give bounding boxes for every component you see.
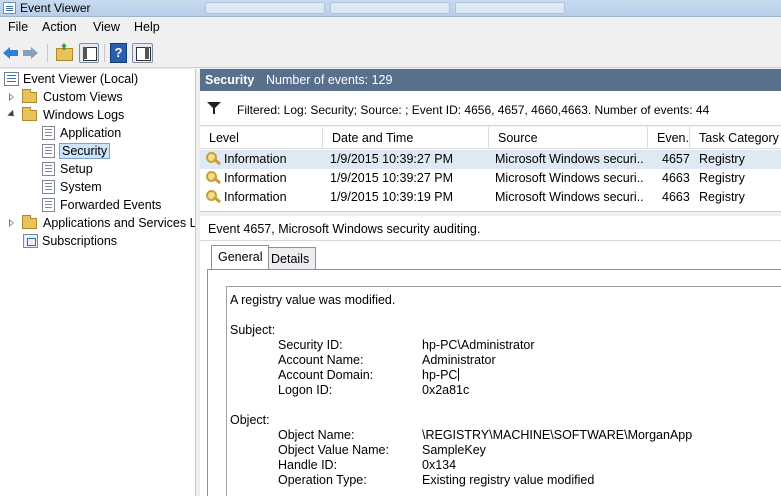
object-value-name-value: SampleKey	[422, 443, 486, 457]
table-row[interactable]: Information 1/9/2015 10:39:27 PM Microso…	[200, 150, 781, 169]
show-hide-action-pane-icon[interactable]	[132, 43, 153, 63]
menu-view[interactable]: View	[93, 20, 120, 34]
show-hide-console-tree-icon[interactable]	[79, 43, 99, 63]
toolbar: ?	[0, 38, 781, 68]
handle-id-value: 0x134	[422, 458, 457, 472]
menu-file[interactable]: File	[8, 20, 28, 34]
folder-icon	[22, 89, 37, 103]
help-icon[interactable]: ?	[110, 43, 127, 63]
column-header-level[interactable]: Level	[200, 127, 323, 149]
table-row[interactable]: Information 1/9/2015 10:39:27 PM Microso…	[200, 169, 781, 188]
column-header-event-id[interactable]: Even...	[648, 127, 690, 149]
column-header-date-and-time[interactable]: Date and Time	[323, 127, 489, 149]
expand-arrow-icon[interactable]	[8, 93, 16, 102]
menu-help[interactable]: Help	[134, 20, 160, 34]
event-viewer-window: Event Viewer File Action View Help ? Eve…	[0, 0, 781, 496]
table-row[interactable]: Information 1/9/2015 10:39:19 PM Microso…	[200, 188, 781, 207]
object-name-label: Object Name:	[278, 428, 355, 442]
log-icon	[42, 198, 55, 212]
account-name-value: Administrator	[422, 353, 496, 367]
background-window-ghost	[205, 2, 325, 14]
up-folder-icon[interactable]	[55, 43, 73, 63]
menu-bar: File Action View Help	[0, 17, 781, 38]
forward-arrow-icon[interactable]	[23, 45, 39, 61]
account-domain-label: Account Domain:	[278, 368, 374, 382]
expand-arrow-icon[interactable]	[8, 219, 16, 228]
grid-header: Level Date and Time Source Even... Task …	[200, 127, 781, 149]
event-description-box[interactable]: A registry value was modified. Subject: …	[226, 286, 781, 496]
subject-heading: Subject:	[230, 323, 276, 337]
log-icon	[42, 126, 55, 140]
tab-general[interactable]: General	[211, 245, 270, 269]
security-id-label: Security ID:	[278, 338, 343, 352]
account-domain-row: hp-PC	[422, 368, 460, 382]
operation-type-label: Operation Type:	[278, 473, 367, 487]
key-icon	[206, 152, 222, 166]
event-detail-title: Event 4657, Microsoft Windows security a…	[208, 222, 481, 236]
subscriptions-icon	[23, 234, 38, 248]
detail-divider	[200, 240, 781, 241]
filter-funnel-icon	[207, 102, 221, 114]
event-viewer-icon	[4, 72, 19, 86]
log-name: Security	[205, 73, 255, 87]
logon-id-value: 0x2a81c	[422, 383, 470, 397]
event-detail-pane: Event 4657, Microsoft Windows security a…	[200, 216, 781, 496]
filter-description: Filtered: Log: Security; Source: ; Event…	[237, 103, 710, 117]
column-header-task-category[interactable]: Task Category	[690, 127, 781, 149]
logon-id-label: Logon ID:	[278, 383, 333, 397]
log-icon	[42, 144, 55, 158]
background-window-ghost	[330, 2, 450, 14]
key-icon	[206, 171, 222, 185]
object-name-value: \REGISTRY\MACHINE\SOFTWARE\MorganApp	[422, 428, 693, 442]
event-count: Number of events: 129	[266, 73, 393, 87]
window-title: Event Viewer	[20, 1, 91, 15]
account-name-label: Account Name:	[278, 353, 364, 367]
collapse-arrow-icon[interactable]	[8, 111, 16, 120]
filter-bar: Filtered: Log: Security; Source: ; Event…	[200, 91, 781, 126]
log-icon	[42, 180, 55, 194]
tab-details[interactable]: Details	[264, 247, 317, 269]
toolbar-separator	[47, 44, 48, 62]
operation-type-value: Existing registry value modified	[422, 473, 595, 487]
log-icon	[42, 162, 55, 176]
background-window-ghost	[455, 2, 565, 14]
key-icon	[206, 190, 222, 204]
title-bar: Event Viewer	[0, 0, 781, 17]
column-header-source[interactable]: Source	[489, 127, 648, 149]
object-value-name-label: Object Value Name:	[278, 443, 389, 457]
event-viewer-app-icon	[3, 2, 16, 14]
security-id-value: hp-PC\Administrator	[422, 338, 535, 352]
event-summary: A registry value was modified.	[230, 293, 396, 307]
folder-icon	[22, 215, 37, 229]
folder-icon	[22, 107, 37, 121]
toolbar-separator	[104, 44, 105, 62]
menu-action[interactable]: Action	[42, 20, 77, 34]
console-tree: Event Viewer (Local) Custom Views Window…	[0, 69, 196, 496]
log-header: Security Number of events: 129	[200, 69, 781, 91]
account-domain-value: hp-PC	[422, 368, 458, 382]
object-heading: Object:	[230, 413, 270, 427]
events-grid: Level Date and Time Source Even... Task …	[200, 127, 781, 211]
text-cursor	[458, 368, 460, 381]
general-tab-panel: A registry value was modified. Subject: …	[207, 269, 781, 496]
handle-id-label: Handle ID:	[278, 458, 338, 472]
back-arrow-icon[interactable]	[3, 45, 19, 61]
